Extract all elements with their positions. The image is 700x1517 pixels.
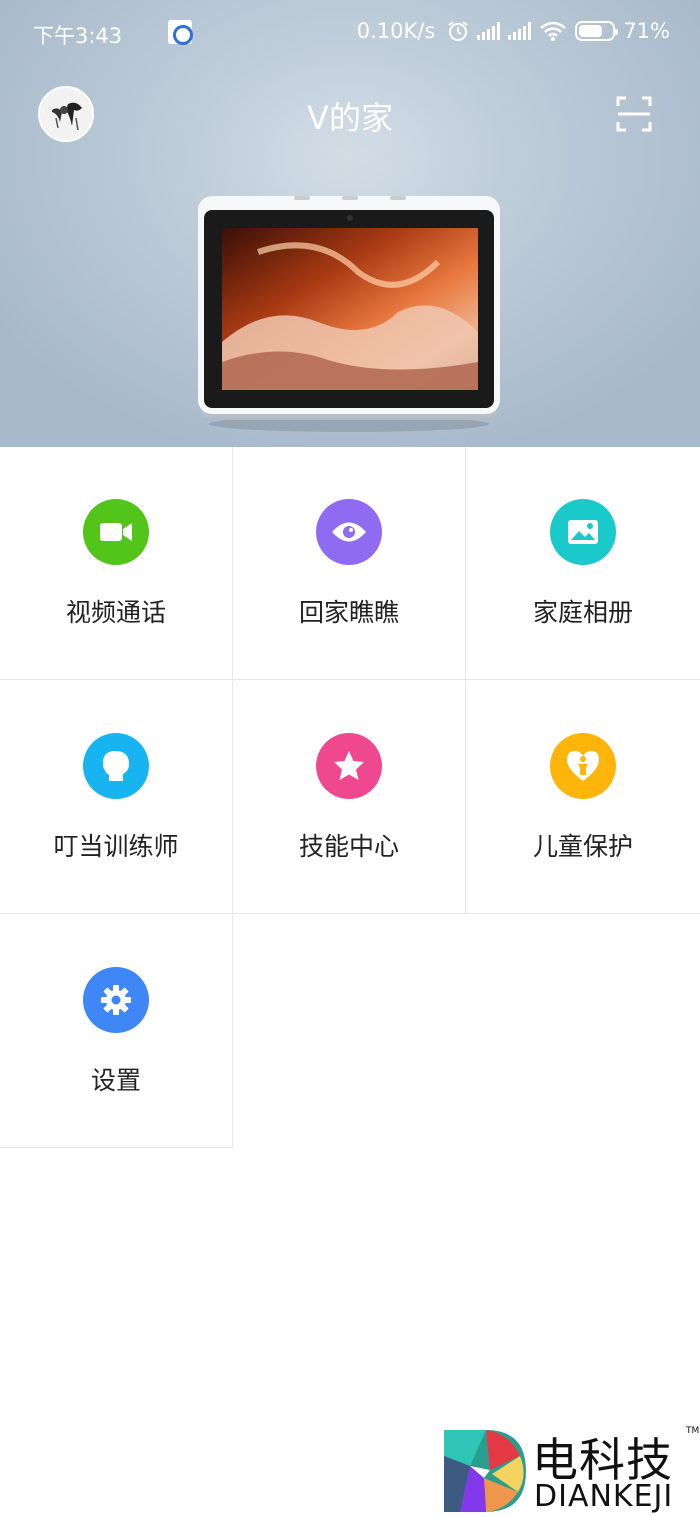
- watermark-en-text: DIANKEJI: [534, 1479, 674, 1514]
- alarm-icon: [448, 21, 468, 41]
- child-heart-icon: [550, 733, 616, 799]
- gear-icon: [83, 967, 149, 1033]
- scan-icon[interactable]: [616, 96, 652, 132]
- grid-item-skill-center[interactable]: 技能中心: [233, 681, 466, 914]
- grid-item-label: 设置: [90, 1066, 141, 1095]
- grid-item-label: 回家瞧瞧: [298, 598, 399, 627]
- grid-item-label: 叮当训练师: [53, 832, 179, 861]
- signal-1-icon: [477, 22, 501, 40]
- battery-percent: 71%: [623, 19, 670, 43]
- star-icon: [316, 733, 382, 799]
- battery-icon: [575, 21, 619, 41]
- network-speed: 0.10K/s: [356, 19, 436, 43]
- photo-album-icon: [550, 499, 616, 565]
- watermark-logo: 电科技 DIANKEJI TM: [440, 1424, 700, 1517]
- grid-item-video-call[interactable]: 视频通话: [0, 447, 233, 680]
- grid-item-child-protection[interactable]: 儿童保护: [466, 681, 700, 914]
- signal-2-icon: [508, 22, 532, 40]
- wifi-icon: [540, 21, 567, 41]
- grid-item-settings[interactable]: 设置: [0, 915, 233, 1148]
- grid-item-home-view[interactable]: 回家瞧瞧: [233, 447, 466, 680]
- page-title: V的家: [307, 99, 393, 137]
- eye-icon: [316, 499, 382, 565]
- grid-item-label: 儿童保护: [532, 832, 633, 861]
- grid-item-family-album[interactable]: 家庭相册: [466, 447, 700, 680]
- grid-item-label: 视频通话: [65, 598, 166, 627]
- video-camera-icon: [83, 499, 149, 565]
- grid-item-dingdang-trainer[interactable]: 叮当训练师: [0, 681, 233, 914]
- watermark-trademark: TM: [686, 1426, 700, 1436]
- app-notification-icon: [168, 20, 193, 45]
- head-profile-icon: [83, 733, 149, 799]
- status-right: 0.10K/s 71%: [357, 19, 670, 43]
- status-time: 下午3:43: [33, 24, 123, 48]
- diankeji-logo-icon: [444, 1430, 526, 1512]
- home-header: 下午3:43 0.10K/s 71% V的家: [0, 0, 700, 447]
- grid-item-label: 技能中心: [298, 832, 399, 861]
- grid-item-label: 家庭相册: [532, 598, 633, 627]
- battery-level: [579, 25, 603, 37]
- smart-display-device-image: [198, 196, 500, 432]
- status-bar: 下午3:43 0.10K/s 71%: [0, 0, 700, 64]
